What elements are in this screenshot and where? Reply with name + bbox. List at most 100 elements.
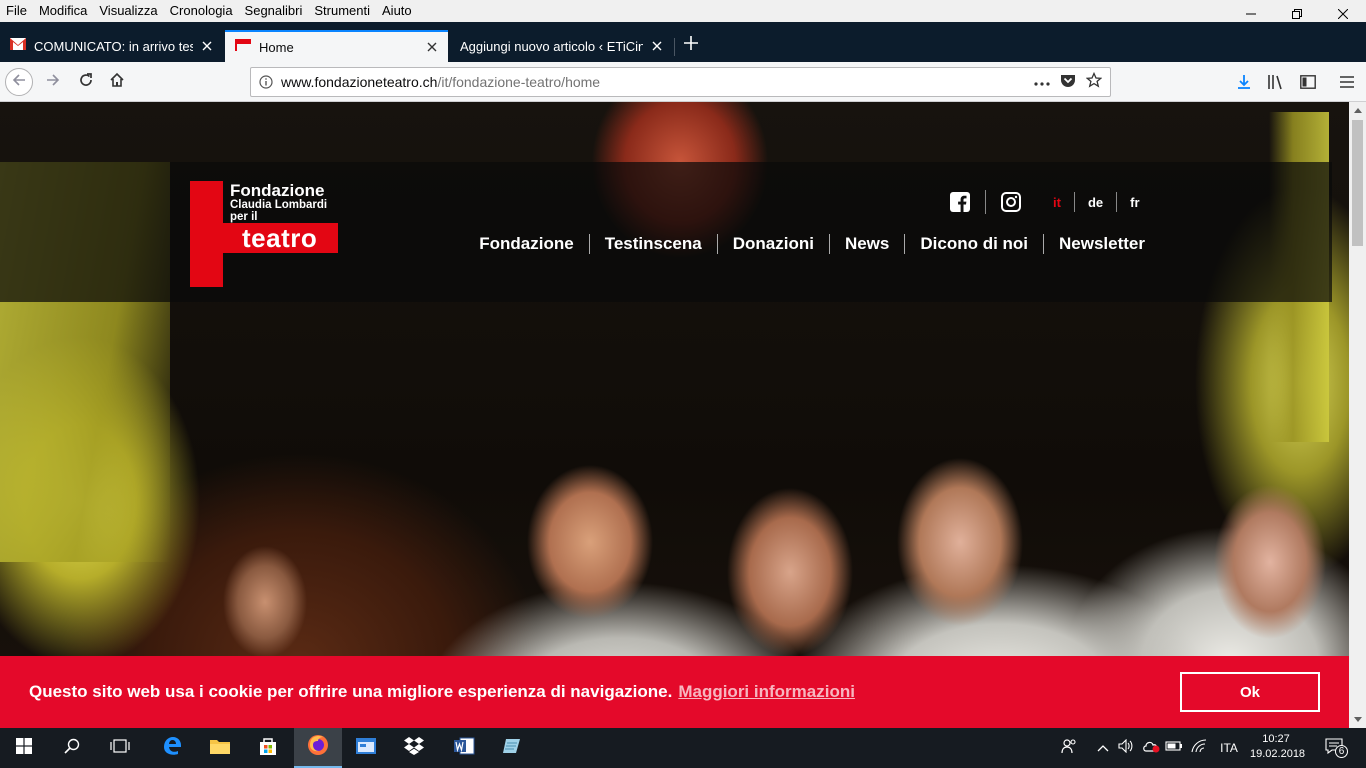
- input-language-button[interactable]: ITA: [1212, 728, 1246, 768]
- menu-hamburger-icon[interactable]: [1337, 72, 1357, 92]
- new-tab-button[interactable]: [678, 32, 704, 58]
- download-icon[interactable]: [1234, 72, 1254, 92]
- instagram-icon[interactable]: [999, 190, 1023, 214]
- taskbar-file-explorer[interactable]: [196, 728, 244, 768]
- sidebar-icon[interactable]: [1298, 72, 1318, 92]
- bookmark-star-icon[interactable]: [1085, 71, 1103, 93]
- restore-button[interactable]: [1274, 0, 1320, 30]
- close-window-button[interactable]: [1320, 0, 1366, 30]
- volume-button[interactable]: [1116, 728, 1136, 768]
- url-actions: [1034, 71, 1110, 93]
- cloud-sync-icon: [1142, 739, 1160, 758]
- restore-icon: [1292, 6, 1302, 24]
- taskbar-store[interactable]: [244, 728, 292, 768]
- logo-text-line1: Fondazione: [230, 181, 325, 200]
- close-icon[interactable]: [649, 38, 665, 54]
- menu-visualizza[interactable]: Visualizza: [93, 1, 163, 21]
- input-language-label: ITA: [1220, 741, 1238, 755]
- logo-text-line4: teatro: [242, 223, 318, 253]
- info-icon[interactable]: [251, 75, 281, 89]
- scroll-down-icon[interactable]: [1349, 711, 1366, 728]
- notification-count-badge: 6: [1335, 745, 1348, 758]
- action-center-button[interactable]: 6: [1318, 728, 1354, 768]
- taskbar-firefox[interactable]: [294, 728, 342, 768]
- search-button[interactable]: [48, 728, 96, 768]
- cookie-message-text: Questo sito web usa i cookie per offrire…: [29, 682, 673, 701]
- clock[interactable]: 10:27 19.02.2018: [1250, 732, 1305, 762]
- cookie-more-link[interactable]: Maggiori informazioni: [678, 682, 855, 701]
- taskbar-edge[interactable]: [148, 728, 196, 768]
- tab-aggiungi-articolo[interactable]: Aggiungi nuovo articolo ‹ ETiCinfo: [450, 30, 673, 62]
- menu-strumenti[interactable]: Strumenti: [308, 1, 376, 21]
- vertical-scrollbar[interactable]: [1349, 102, 1366, 728]
- taskbar-dropbox[interactable]: [390, 728, 438, 768]
- wifi-button[interactable]: [1188, 728, 1210, 768]
- notes-icon: [502, 736, 522, 761]
- minimize-button[interactable]: [1228, 0, 1274, 30]
- scroll-up-icon[interactable]: [1349, 102, 1366, 119]
- reload-button[interactable]: [72, 68, 100, 96]
- site-logo[interactable]: Fondazione Claudia Lombardi per il teatr…: [190, 181, 340, 287]
- cookie-message: Questo sito web usa i cookie per offrire…: [29, 682, 855, 702]
- battery-button[interactable]: [1164, 728, 1184, 768]
- navigation-toolbar: www.fondazioneteatro.ch/it/fondazione-te…: [0, 62, 1366, 102]
- nav-donazioni[interactable]: Donazioni: [718, 234, 829, 254]
- lang-de[interactable]: de: [1075, 195, 1116, 210]
- menu-aiuto[interactable]: Aiuto: [376, 1, 418, 21]
- flag-icon: [235, 38, 251, 56]
- taskbar-word[interactable]: [440, 728, 488, 768]
- url-text[interactable]: www.fondazioneteatro.ch/it/fondazione-te…: [281, 74, 1034, 90]
- people-icon: [1061, 738, 1077, 759]
- scrollbar-thumb[interactable]: [1352, 120, 1363, 246]
- task-view-button[interactable]: [96, 728, 144, 768]
- logo-text-line3: per il: [230, 211, 258, 223]
- onedrive-button[interactable]: [1140, 728, 1162, 768]
- library-icon[interactable]: [1266, 72, 1286, 92]
- tray-overflow-button[interactable]: [1094, 728, 1112, 768]
- menu-file[interactable]: File: [0, 1, 33, 21]
- home-icon: [109, 72, 125, 93]
- edge-icon: [162, 736, 182, 761]
- menu-modifica[interactable]: Modifica: [33, 1, 93, 21]
- minimize-icon: [1246, 6, 1256, 24]
- menu-segnalibri[interactable]: Segnalibri: [239, 1, 309, 21]
- close-icon: [1337, 6, 1349, 24]
- word-icon: [453, 736, 475, 761]
- tab-gmail[interactable]: COMUNICATO: in arrivo testinscena: [0, 30, 223, 62]
- gmail-icon: [10, 37, 26, 55]
- people-button[interactable]: [1058, 728, 1080, 768]
- menu-cronologia[interactable]: Cronologia: [164, 1, 239, 21]
- taskbar-app[interactable]: [342, 728, 390, 768]
- nav-dicono-di-noi[interactable]: Dicono di noi: [905, 234, 1043, 254]
- nav-testinscena[interactable]: Testinscena: [590, 234, 717, 254]
- tab-separator: [674, 38, 675, 56]
- wifi-icon: [1191, 738, 1207, 758]
- nav-news[interactable]: News: [830, 234, 904, 254]
- nav-fondazione[interactable]: Fondazione: [464, 234, 588, 254]
- facebook-icon[interactable]: [948, 190, 972, 214]
- logo-text-line2: Claudia Lombardi: [230, 199, 328, 211]
- more-actions-icon[interactable]: [1034, 73, 1050, 91]
- taskbar-notes[interactable]: [488, 728, 536, 768]
- cookie-ok-button[interactable]: Ok: [1180, 672, 1320, 712]
- url-bar[interactable]: www.fondazioneteatro.ch/it/fondazione-te…: [250, 67, 1111, 97]
- clock-time: 10:27: [1262, 733, 1290, 745]
- url-host: www.fondazioneteatro.ch: [281, 74, 438, 90]
- tab-home[interactable]: Home: [225, 30, 448, 62]
- close-icon[interactable]: [424, 39, 440, 55]
- lang-it[interactable]: it: [1040, 195, 1074, 210]
- lang-fr[interactable]: fr: [1117, 195, 1152, 210]
- nav-newsletter[interactable]: Newsletter: [1044, 234, 1145, 254]
- firefox-icon: [307, 734, 329, 761]
- app-window-icon: [355, 737, 377, 760]
- pocket-icon[interactable]: [1060, 72, 1076, 93]
- forward-button[interactable]: [39, 68, 67, 96]
- home-button[interactable]: [103, 68, 131, 96]
- arrow-left-icon: [11, 72, 27, 93]
- task-view-icon: [110, 738, 130, 758]
- tab-title: COMUNICATO: in arrivo testinscena: [34, 38, 193, 54]
- close-icon[interactable]: [199, 38, 215, 54]
- back-button[interactable]: [5, 68, 33, 96]
- tab-title: Aggiungi nuovo articolo ‹ ETiCinfo: [460, 38, 643, 54]
- start-button[interactable]: [0, 728, 48, 768]
